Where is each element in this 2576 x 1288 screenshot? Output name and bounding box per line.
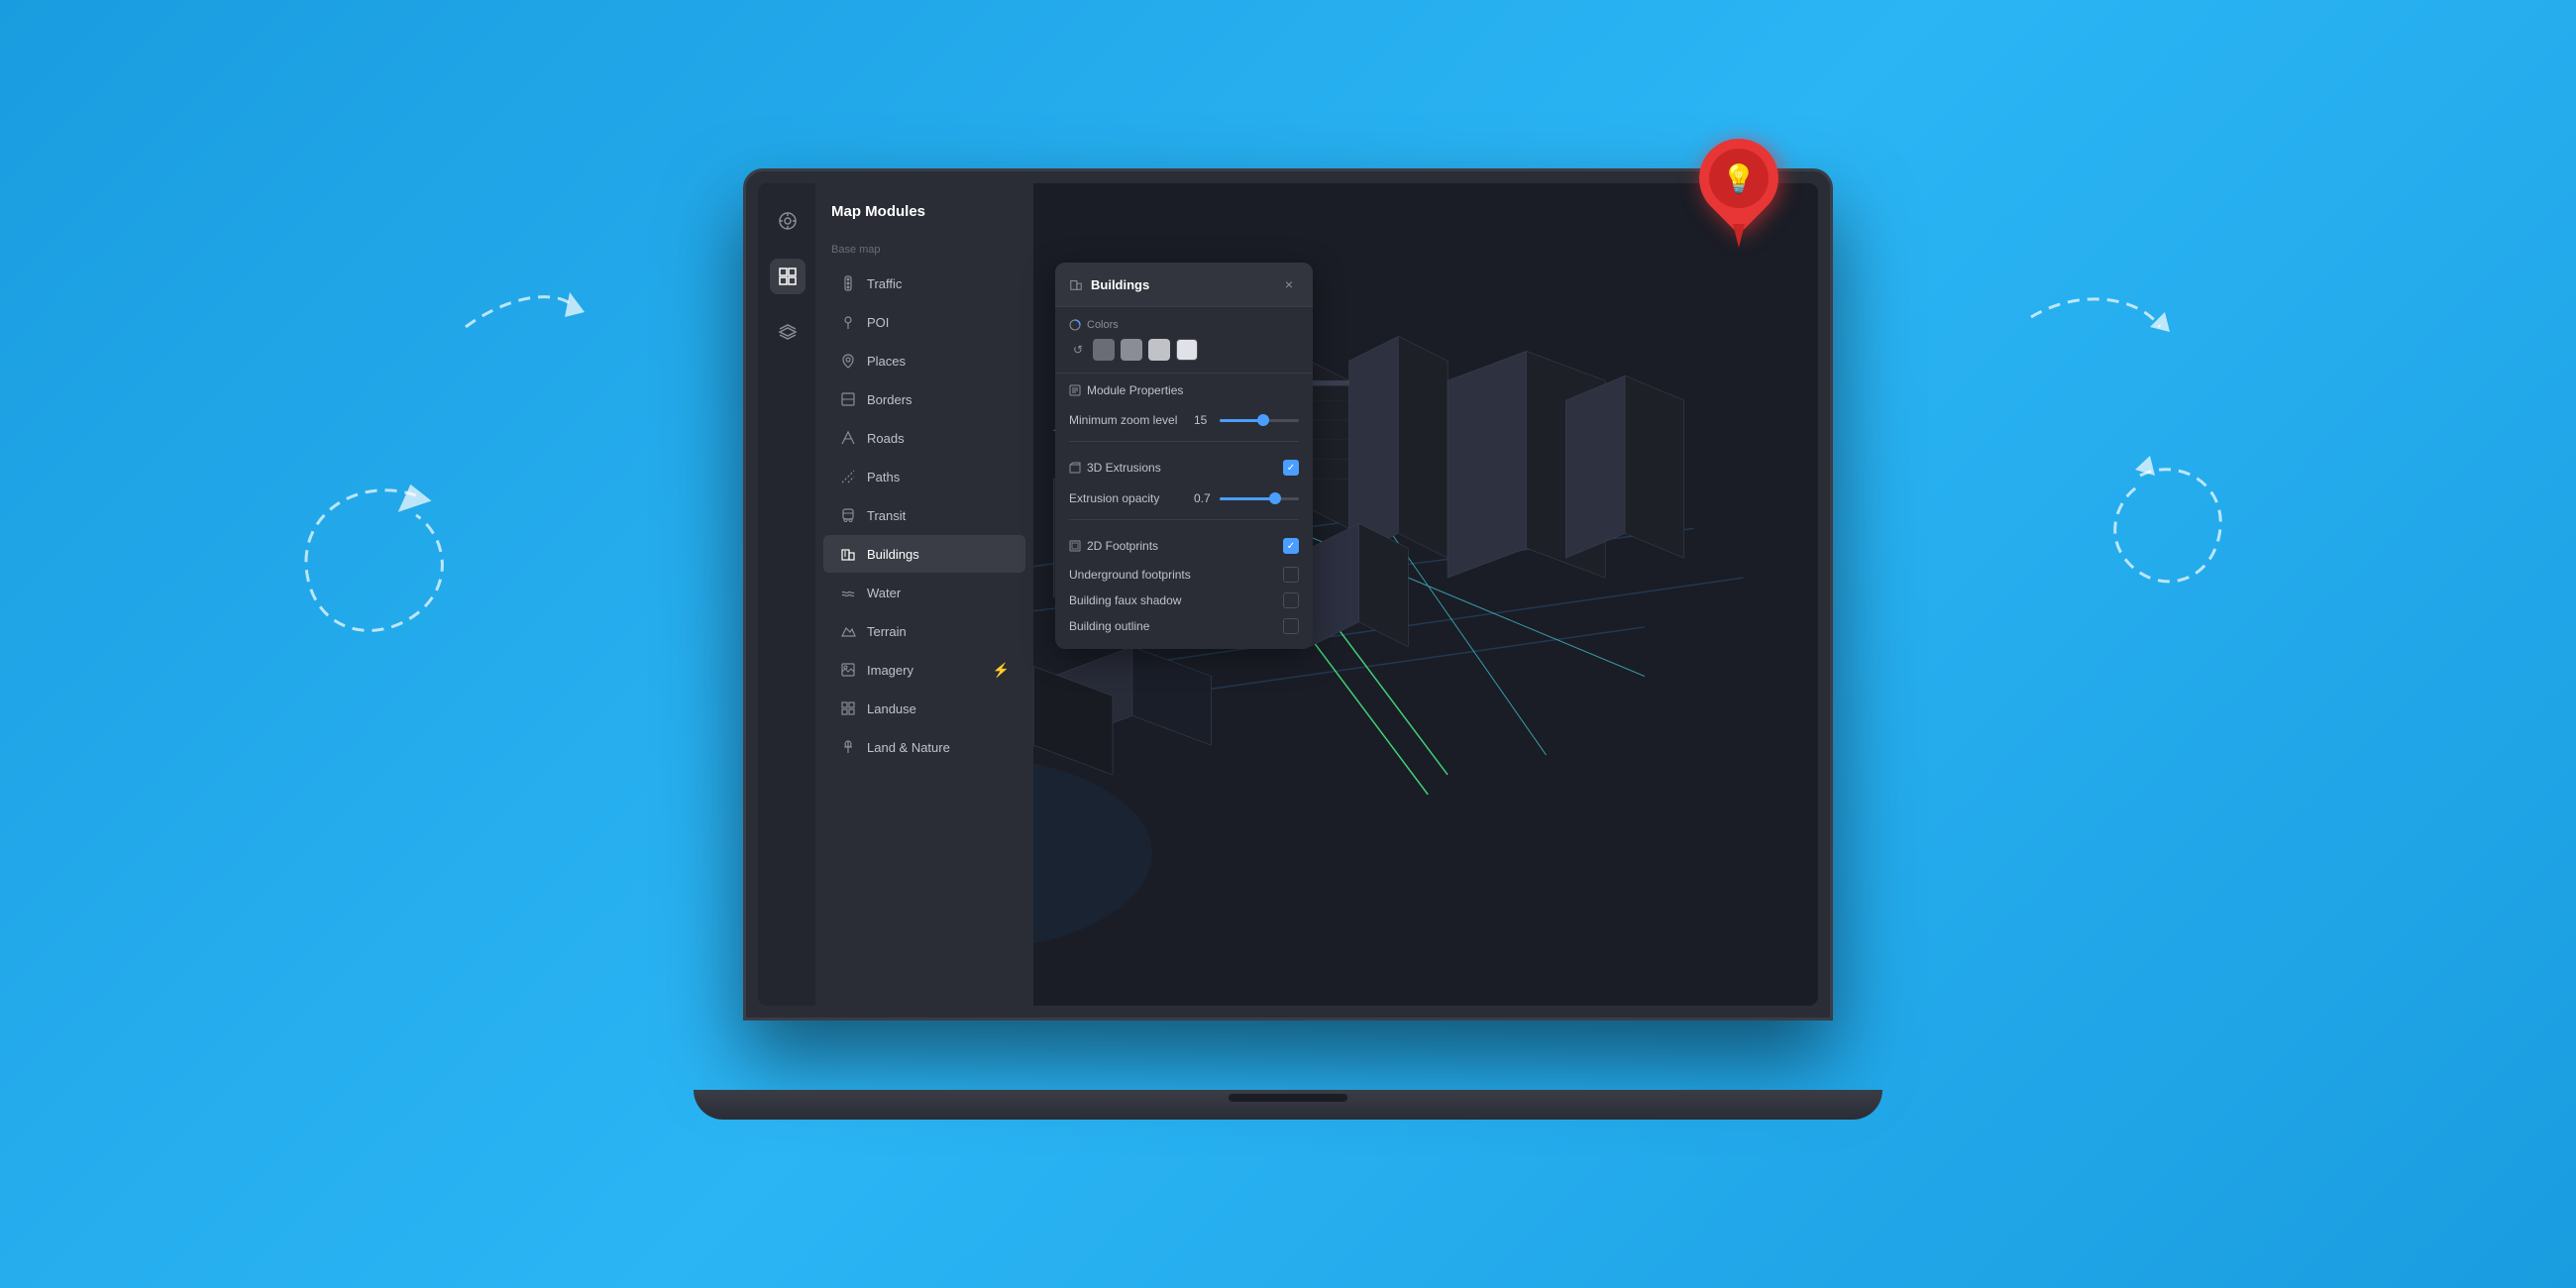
laptop-screen: Map Modules Base map Traffic — [758, 183, 1818, 1006]
color-swatch-4[interactable] — [1176, 339, 1198, 361]
module-item-landuse[interactable]: Landuse — [823, 690, 1025, 727]
color-swatches: ↺ — [1069, 339, 1299, 361]
imagery-label: Imagery — [867, 663, 913, 678]
opacity-slider-fill — [1220, 497, 1275, 500]
extrusions-icon — [1069, 462, 1081, 474]
sidebar-layers-icon[interactable] — [770, 314, 805, 350]
module-item-buildings[interactable]: Buildings — [823, 535, 1025, 573]
outline-checkbox[interactable] — [1283, 618, 1299, 634]
terrain-label: Terrain — [867, 624, 907, 639]
panel-title: Map Modules — [815, 203, 1033, 236]
module-item-paths[interactable]: Paths — [823, 458, 1025, 495]
borders-label: Borders — [867, 392, 912, 407]
module-item-places[interactable]: Places — [823, 342, 1025, 379]
land-nature-icon — [839, 738, 857, 756]
traffic-icon — [839, 274, 857, 292]
footprints-icon — [1069, 540, 1081, 552]
paths-label: Paths — [867, 470, 900, 484]
landuse-icon — [839, 699, 857, 717]
module-item-roads[interactable]: Roads — [823, 419, 1025, 457]
buildings-panel-icon — [1069, 277, 1083, 291]
colors-icon — [1069, 319, 1081, 331]
laptop-base — [694, 1090, 1882, 1120]
panel-title-text: Buildings — [1091, 277, 1149, 292]
color-swatch-1[interactable] — [1093, 339, 1115, 361]
laptop-wrapper: 💡 — [694, 168, 1882, 1120]
sidebar-target-icon[interactable] — [770, 203, 805, 239]
terrain-icon — [839, 622, 857, 640]
water-icon — [839, 584, 857, 601]
traffic-label: Traffic — [867, 276, 902, 291]
module-props-icon — [1069, 384, 1081, 396]
buildings-panel: Buildings × Colors ↺ — [1055, 263, 1313, 649]
extrusions-checkbox[interactable] — [1283, 460, 1299, 476]
extrusions-section: 3D Extrusions Extrusion opacity 0.7 — [1055, 442, 1313, 519]
transit-icon — [839, 506, 857, 524]
zoom-control: 15 — [1194, 413, 1299, 427]
module-props-header: Module Properties — [1069, 383, 1299, 405]
panel-close-button[interactable]: × — [1279, 274, 1299, 294]
paths-icon — [839, 468, 857, 485]
zoom-level-row: Minimum zoom level 15 — [1069, 405, 1299, 435]
imagery-icon — [839, 661, 857, 679]
opacity-slider-thumb[interactable] — [1269, 492, 1281, 504]
panel-header-left: Buildings — [1069, 277, 1149, 292]
module-item-land-nature[interactable]: Land & Nature — [823, 728, 1025, 766]
underground-checkbox[interactable] — [1283, 567, 1299, 583]
color-reset-icon[interactable]: ↺ — [1069, 341, 1087, 359]
places-label: Places — [867, 354, 906, 369]
roads-label: Roads — [867, 431, 905, 446]
roads-icon — [839, 429, 857, 447]
places-icon — [839, 352, 857, 370]
opacity-slider[interactable] — [1220, 497, 1299, 500]
color-swatch-3[interactable] — [1148, 339, 1170, 361]
footprints-header-row: 2D Footprints — [1069, 530, 1299, 562]
sidebar-grid-icon[interactable] — [770, 259, 805, 294]
module-item-imagery[interactable]: Imagery ⚡ — [823, 651, 1025, 689]
landuse-label: Landuse — [867, 701, 916, 716]
module-item-poi[interactable]: POI — [823, 303, 1025, 341]
underground-row: Underground footprints — [1069, 562, 1299, 588]
buildings-label: Buildings — [867, 547, 919, 562]
poi-label: POI — [867, 315, 889, 330]
colors-label: Colors — [1069, 319, 1299, 331]
laptop-body: Map Modules Base map Traffic — [743, 168, 1833, 1020]
opacity-control: 0.7 — [1194, 491, 1299, 505]
module-props-section: Module Properties Minimum zoom level 15 — [1055, 374, 1313, 441]
module-item-transit[interactable]: Transit — [823, 496, 1025, 534]
transit-label: Transit — [867, 508, 906, 523]
faux-shadow-checkbox[interactable] — [1283, 592, 1299, 608]
faux-shadow-row: Building faux shadow — [1069, 588, 1299, 613]
extrusions-left: 3D Extrusions — [1069, 461, 1161, 475]
imagery-disabled-icon: ⚡ — [993, 662, 1010, 679]
borders-icon — [839, 390, 857, 408]
module-item-traffic[interactable]: Traffic — [823, 265, 1025, 302]
color-swatch-2[interactable] — [1121, 339, 1142, 361]
location-pin: 💡 — [1694, 139, 1783, 248]
zoom-slider[interactable] — [1220, 419, 1299, 422]
module-item-water[interactable]: Water — [823, 574, 1025, 611]
water-label: Water — [867, 586, 901, 600]
footprints-left: 2D Footprints — [1069, 539, 1158, 553]
zoom-slider-thumb[interactable] — [1257, 414, 1269, 426]
footprints-checkbox[interactable] — [1283, 538, 1299, 554]
extrusions-row: 3D Extrusions — [1069, 452, 1299, 483]
section-label: Base map — [815, 236, 1033, 264]
modules-panel: Map Modules Base map Traffic — [815, 183, 1033, 1006]
buildings-icon — [839, 545, 857, 563]
land-nature-label: Land & Nature — [867, 740, 950, 755]
footprints-section: 2D Footprints Underground footprints Bui… — [1055, 520, 1313, 649]
module-item-borders[interactable]: Borders — [823, 380, 1025, 418]
colors-section: Colors ↺ — [1055, 307, 1313, 374]
opacity-row: Extrusion opacity 0.7 — [1069, 483, 1299, 513]
poi-icon — [839, 313, 857, 331]
panel-header: Buildings × — [1055, 263, 1313, 307]
module-item-terrain[interactable]: Terrain — [823, 612, 1025, 650]
outline-row: Building outline — [1069, 613, 1299, 639]
sidebar — [758, 183, 817, 1006]
